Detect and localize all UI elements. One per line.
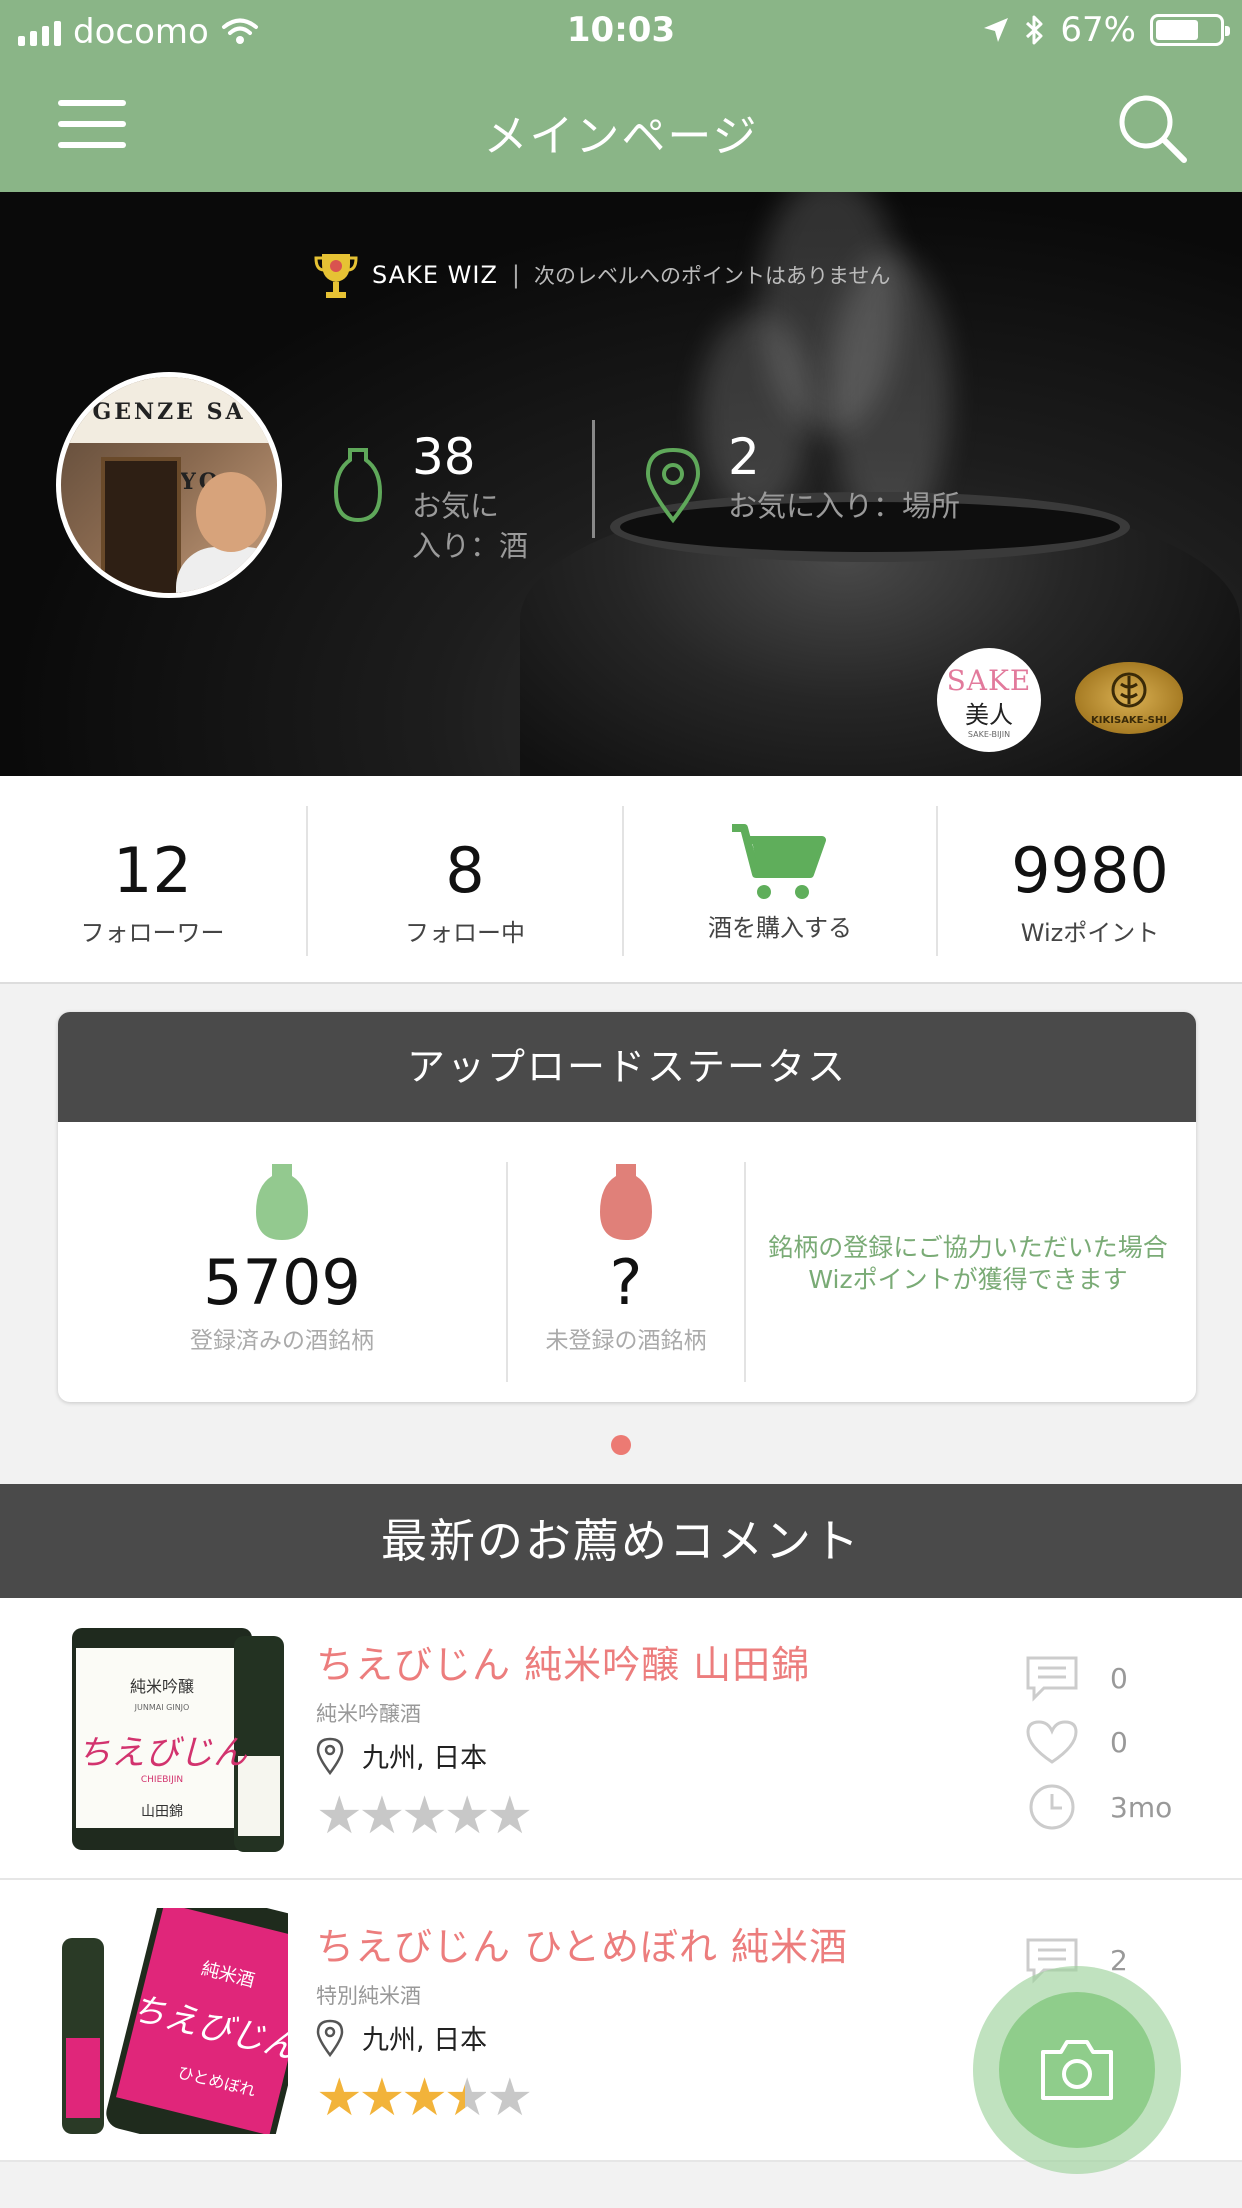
wiz-points-stat[interactable]: 9980 Wizポイント — [938, 806, 1242, 956]
following-count: 8 — [445, 834, 485, 907]
card-divider — [744, 1162, 746, 1382]
nav-bar: メインページ — [0, 62, 1242, 192]
label-sub-text: 純米吟醸 — [130, 1677, 194, 1696]
label-rice-text: 山田錦 — [141, 1803, 183, 1820]
badge-kiki-text: KIKISAKE-SHI — [1091, 715, 1167, 726]
registered-count: 5709 — [203, 1246, 361, 1319]
registered-brands: 5709 登録済みの酒銘柄 — [58, 1122, 506, 1402]
camera-fab-inner — [999, 1992, 1155, 2148]
hero-divider — [592, 420, 595, 538]
sake-bijin-badge[interactable]: SAKE 美人 SAKE-BIJIN — [937, 648, 1041, 752]
favorite-sake-stat[interactable]: 38 お気に 入り：酒 — [412, 428, 528, 566]
clock-icon — [1029, 1784, 1075, 1830]
page-indicator-dot[interactable] — [611, 1435, 631, 1455]
buy-sake-button[interactable]: 酒を購入する — [624, 806, 936, 956]
favorite-place-count: 2 — [728, 428, 760, 486]
camera-icon — [1041, 2040, 1113, 2100]
rank-separator: | — [511, 261, 520, 289]
stats-row: 12 フォローワー 8 フォロー中 酒を購入する 9980 Wizポイント — [0, 776, 1242, 984]
favorite-place-stat[interactable]: 2 お気に入り：場所 — [728, 428, 960, 526]
sake-bottle-thumbnail: 純米酒 ちえびじん ひとめぼれ — [62, 1908, 288, 2134]
rank-line: SAKE WIZ | 次のレベルへのポイントはありません — [314, 250, 890, 300]
sake-type: 純米吟醸酒 — [316, 1702, 421, 1726]
comment-age: 3mo — [1024, 1782, 1224, 1832]
wiz-points-label: Wizポイント — [1020, 919, 1160, 947]
badge-sake-bottom: SAKE-BIJIN — [967, 730, 1011, 739]
buy-sake-label: 酒を購入する — [708, 914, 852, 942]
bluetooth-icon — [1026, 15, 1043, 45]
avatar-sign-text: GENZE SA TOKYO — [61, 377, 277, 495]
search-icon[interactable] — [1116, 92, 1190, 166]
favorite-sake-label-1: お気に — [412, 489, 500, 523]
unregistered-count: ? — [609, 1246, 643, 1319]
star-rating: ★★★★★ — [316, 2068, 533, 2128]
rice-emblem-icon — [1111, 672, 1147, 708]
badge-sake-mid: 美人 — [965, 701, 1013, 729]
green-bottle-icon — [256, 1164, 308, 1240]
avatar[interactable]: GENZE SA TOKYO — [56, 372, 282, 598]
location-arrow-icon — [984, 18, 1009, 42]
label-brand-text: CHIEBIJIN — [141, 1775, 183, 1785]
avatar-face — [196, 472, 266, 552]
following-stat[interactable]: 8 フォロー中 — [308, 806, 622, 956]
sake-bottle-thumbnail: 純米吟醸 JUNMAI GINJO ちえびじん CHIEBIJIN 山田錦 — [62, 1626, 288, 1852]
heart-icon — [1026, 1720, 1078, 1764]
favorite-sake-label-2: 入り：酒 — [412, 529, 529, 563]
points-note: 銘柄の登録にご協力いただいた場合 Wizポイントが獲得できます — [758, 1232, 1178, 1296]
cart-icon — [732, 824, 826, 899]
comment-icon — [1026, 1656, 1078, 1702]
page-title: メインページ — [483, 111, 759, 162]
upload-status-title: アップロードステータス — [58, 1012, 1196, 1122]
comment-age-value: 3mo — [1110, 1790, 1173, 1824]
top-bar: docomo 10:03 67% メインページ — [0, 0, 1242, 192]
like-count-value: 0 — [1110, 1725, 1128, 1759]
comment-count[interactable]: 0 — [1024, 1654, 1224, 1702]
followers-stat[interactable]: 12 フォローワー — [0, 806, 305, 956]
avatar-door — [101, 457, 181, 593]
followers-count: 12 — [113, 834, 192, 907]
status-bar: docomo 10:03 67% — [0, 0, 1242, 62]
profile-hero: SAKE WIZ | 次のレベルへのポイントはありません GENZE SA TO… — [0, 192, 1242, 776]
sake-name[interactable]: ちえびじん 純米吟醸 山田錦 — [316, 1634, 810, 1689]
trophy-icon — [314, 254, 358, 298]
unregistered-brands: ? 未登録の酒銘柄 — [508, 1122, 744, 1402]
latest-comments-header: 最新のお薦めコメント — [0, 1484, 1242, 1598]
points-note-line2: Wizポイントが獲得できます — [808, 1265, 1128, 1294]
battery-icon — [1150, 14, 1230, 46]
points-note-line1: 銘柄の登録にご協力いただいた場合 — [768, 1233, 1168, 1262]
sake-location: 九州, 日本 — [316, 1736, 487, 1775]
like-count[interactable]: 0 — [1024, 1718, 1224, 1766]
sake-name[interactable]: ちえびじん ひとめぼれ 純米酒 — [316, 1916, 848, 1971]
sake-type: 特別純米酒 — [316, 1984, 421, 2008]
following-label: フォロー中 — [405, 919, 525, 947]
registered-label: 登録済みの酒銘柄 — [190, 1328, 374, 1354]
location-pin-icon — [316, 1737, 344, 1775]
location-text: 九州, 日本 — [362, 1743, 488, 1774]
avatar-person — [176, 547, 277, 593]
rank-message: 次のレベルへのポイントはありません — [533, 264, 891, 288]
location-text: 九州, 日本 — [362, 2025, 488, 2056]
sake-bottle-icon — [333, 448, 383, 523]
wiz-points-value: 9980 — [1011, 834, 1169, 907]
camera-fab[interactable] — [973, 1966, 1181, 2174]
list-item[interactable]: 純米吟醸 JUNMAI GINJO ちえびじん CHIEBIJIN 山田錦 ちえ… — [0, 1598, 1242, 1880]
location-pin-icon — [316, 2019, 344, 2057]
unregistered-label: 未登録の酒銘柄 — [545, 1328, 707, 1354]
star-rating: ★★★★★ — [316, 1786, 533, 1846]
location-pin-icon — [645, 447, 701, 524]
label-brand-script: ちえびじん — [77, 1733, 248, 1773]
main-page: docomo 10:03 67% メインページ SAKE WIZ | 次のレベル… — [0, 0, 1242, 2208]
favorite-place-label: お気に入り：場所 — [728, 489, 961, 523]
badge-sake-top: SAKE — [946, 664, 1032, 697]
red-bottle-icon — [600, 1164, 652, 1240]
comment-count-value: 0 — [1110, 1661, 1128, 1695]
kikisake-shi-badge[interactable]: KIKISAKE-SHI — [1075, 662, 1183, 734]
sake-location: 九州, 日本 — [316, 2018, 487, 2057]
followers-label: フォローワー — [80, 919, 225, 947]
battery-percent: 67% — [1060, 10, 1136, 50]
rank-name: SAKE WIZ — [372, 261, 498, 289]
label-sub2-text: JUNMAI GINJO — [134, 1703, 190, 1712]
favorite-sake-count: 38 — [412, 428, 476, 486]
upload-status-card[interactable]: アップロードステータス 5709 登録済みの酒銘柄 ? 未登録の酒銘柄 銘柄の登… — [58, 1012, 1196, 1402]
